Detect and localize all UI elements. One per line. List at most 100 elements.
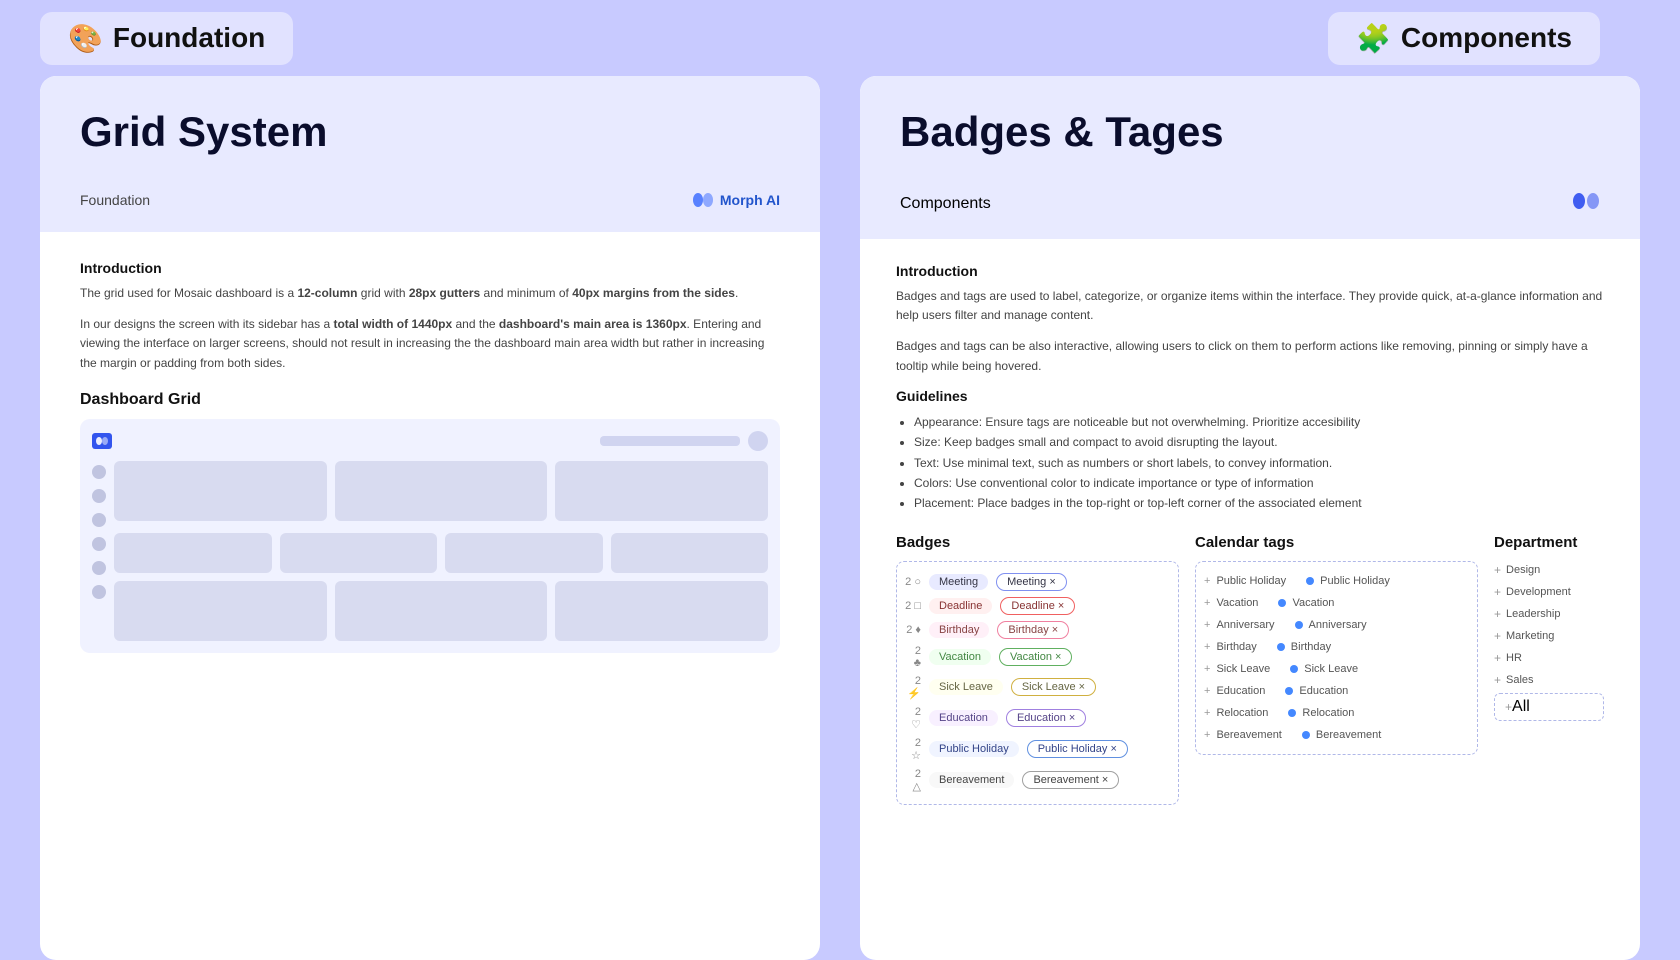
morph-logo-right xyxy=(1572,192,1600,215)
badges-column: Badges 2 ○ Meeting Meeting × 2 □ Deadlin… xyxy=(896,534,1179,805)
grid-col-2 xyxy=(335,461,548,521)
badge-sickleave-outline[interactable]: Sick Leave × xyxy=(1011,678,1096,696)
guideline-2: Size: Keep badges small and compact to a… xyxy=(914,432,1604,452)
calendar-table: + Public Holiday Public Holiday + Vacati… xyxy=(1195,561,1478,755)
badge-deadline-outline[interactable]: Deadline × xyxy=(1000,597,1075,615)
grid-col-sm-2 xyxy=(280,533,438,573)
badge-birthday-outline[interactable]: Birthday × xyxy=(997,621,1069,639)
badge-sickleave[interactable]: Sick Leave xyxy=(929,679,1003,695)
grid-col-sm-1 xyxy=(114,533,272,573)
grid-row-2 xyxy=(114,533,768,573)
dept-sales: + Sales xyxy=(1494,671,1604,689)
badge-education[interactable]: Education xyxy=(929,710,998,726)
cal-row-publichol: + Public Holiday Public Holiday xyxy=(1204,570,1469,592)
grid-columns xyxy=(114,461,768,641)
morph-logo-right-icon xyxy=(1572,192,1600,210)
mockup-controls xyxy=(600,431,768,451)
badge-education-outline[interactable]: Education × xyxy=(1006,709,1086,727)
badge-row-bereavement: 2 △ Bereavement Bereavement × xyxy=(905,765,1170,796)
cal-row-birthday: + Birthday Birthday xyxy=(1204,636,1469,658)
dept-leadership: + Leadership xyxy=(1494,605,1604,623)
foundation-label: 🎨 Foundation xyxy=(40,12,293,65)
mockup-circle xyxy=(748,431,768,451)
badge-deadline[interactable]: Deadline xyxy=(929,598,992,614)
cal-row-vacation: + Vacation Vacation xyxy=(1204,592,1469,614)
badge-publichol-outline[interactable]: Public Holiday × xyxy=(1027,740,1128,758)
dot-6 xyxy=(92,585,106,599)
morph-label: Morph AI xyxy=(720,192,780,208)
badges-table: 2 ○ Meeting Meeting × 2 □ Deadline Deadl… xyxy=(896,561,1179,805)
grid-mockup xyxy=(80,419,780,653)
badge-row-deadline: 2 □ Deadline Deadline × xyxy=(905,594,1170,618)
guideline-5: Placement: Place badges in the top-right… xyxy=(914,493,1604,513)
guideline-1: Appearance: Ensure tags are noticeable b… xyxy=(914,412,1604,432)
guidelines-list: Appearance: Ensure tags are noticeable b… xyxy=(896,412,1604,514)
calendar-column: Calendar tags + Public Holiday Public Ho… xyxy=(1195,534,1478,805)
badge-bereavement[interactable]: Bereavement xyxy=(929,772,1014,788)
guidelines-title: Guidelines xyxy=(896,388,1604,404)
right-intro-text1: Badges and tags are used to label, categ… xyxy=(896,287,1604,325)
badge-row-birthday: 2 ♦ Birthday Birthday × xyxy=(905,618,1170,642)
badge-row-vacation: 2 ♣ Vacation Vacation × xyxy=(905,642,1170,672)
dashboard-grid-title: Dashboard Grid xyxy=(80,391,780,409)
badge-row-meeting: 2 ○ Meeting Meeting × xyxy=(905,570,1170,594)
intro-title: Introduction xyxy=(80,260,780,276)
grid-col-6 xyxy=(555,581,768,641)
guideline-4: Colors: Use conventional color to indica… xyxy=(914,473,1604,493)
right-intro-text2: Badges and tags can be also interactive,… xyxy=(896,337,1604,375)
mockup-bar xyxy=(600,436,740,446)
intro-text2: In our designs the screen with its sideb… xyxy=(80,315,780,373)
grid-row-1 xyxy=(114,461,768,521)
grid-row-3 xyxy=(114,581,768,641)
dot-2 xyxy=(92,489,106,503)
mockup-logo xyxy=(92,433,112,449)
dept-hr: + HR xyxy=(1494,649,1604,667)
badge-meeting-outline[interactable]: Meeting × xyxy=(996,573,1067,591)
badges-section: Badges 2 ○ Meeting Meeting × 2 □ Deadlin… xyxy=(896,534,1604,805)
dot-5 xyxy=(92,561,106,575)
guideline-3: Text: Use minimal text, such as numbers … xyxy=(914,453,1604,473)
grid-layout xyxy=(92,461,768,641)
grid-col-3 xyxy=(555,461,768,521)
cal-row-sickleave: + Sick Leave Sick Leave xyxy=(1204,658,1469,680)
badge-birthday[interactable]: Birthday xyxy=(929,622,989,638)
right-intro-title: Introduction xyxy=(896,263,1604,279)
left-panel: Grid System Foundation Morph AI Introduc… xyxy=(40,76,820,960)
cal-row-anniversary: + Anniversary Anniversary xyxy=(1204,614,1469,636)
right-panel-header: Badges & Tages Components xyxy=(860,76,1640,239)
cal-row-education: + Education Education xyxy=(1204,680,1469,702)
badge-row-publichol: 2 ☆ Public Holiday Public Holiday × xyxy=(905,734,1170,765)
right-breadcrumb: Components xyxy=(900,195,991,213)
left-panel-title: Grid System xyxy=(80,108,780,156)
grid-col-5 xyxy=(335,581,548,641)
morph-logo: Morph AI xyxy=(692,192,780,208)
badge-vacation-outline[interactable]: Vacation × xyxy=(999,648,1072,666)
foundation-text: Foundation xyxy=(113,22,265,54)
badge-bereavement-outline[interactable]: Bereavement × xyxy=(1022,771,1119,789)
dept-design: + Design xyxy=(1494,561,1604,579)
right-panel-body: Introduction Badges and tags are used to… xyxy=(860,239,1640,960)
right-panel-title: Badges & Tages xyxy=(900,108,1600,156)
badge-row-education: 2 ♡ Education Education × xyxy=(905,703,1170,734)
badges-col-title: Badges xyxy=(896,534,1179,551)
dept-list: + Design + Development + Leadership + Ma… xyxy=(1494,561,1604,721)
left-panel-header: Grid System Foundation Morph AI xyxy=(40,76,820,232)
components-label: 🧩 Components xyxy=(1328,12,1600,65)
cal-row-relocation: + Relocation Relocation xyxy=(1204,702,1469,724)
calendar-col-title: Calendar tags xyxy=(1195,534,1478,551)
main-content: Grid System Foundation Morph AI Introduc… xyxy=(0,76,1680,960)
badge-vacation[interactable]: Vacation xyxy=(929,649,991,665)
badge-publichol[interactable]: Public Holiday xyxy=(929,741,1019,757)
intro-text1: The grid used for Mosaic dashboard is a … xyxy=(80,284,780,303)
grid-col-sm-4 xyxy=(611,533,769,573)
dept-development: + Development xyxy=(1494,583,1604,601)
top-bar: 🎨 Foundation 🧩 Components xyxy=(0,0,1680,76)
badge-row-sickleave: 2 ⚡ Sick Leave Sick Leave × xyxy=(905,672,1170,703)
dept-all[interactable]: + All xyxy=(1494,693,1604,721)
dept-column: Department + Design + Development + Lead… xyxy=(1494,534,1604,805)
cal-row-bereavement: + Bereavement Bereavement xyxy=(1204,724,1469,746)
badge-meeting[interactable]: Meeting xyxy=(929,574,988,590)
right-panel: Badges & Tages Components Introduction B… xyxy=(860,76,1640,960)
morph-logo-icon xyxy=(692,192,714,208)
components-icon: 🧩 xyxy=(1356,22,1391,55)
